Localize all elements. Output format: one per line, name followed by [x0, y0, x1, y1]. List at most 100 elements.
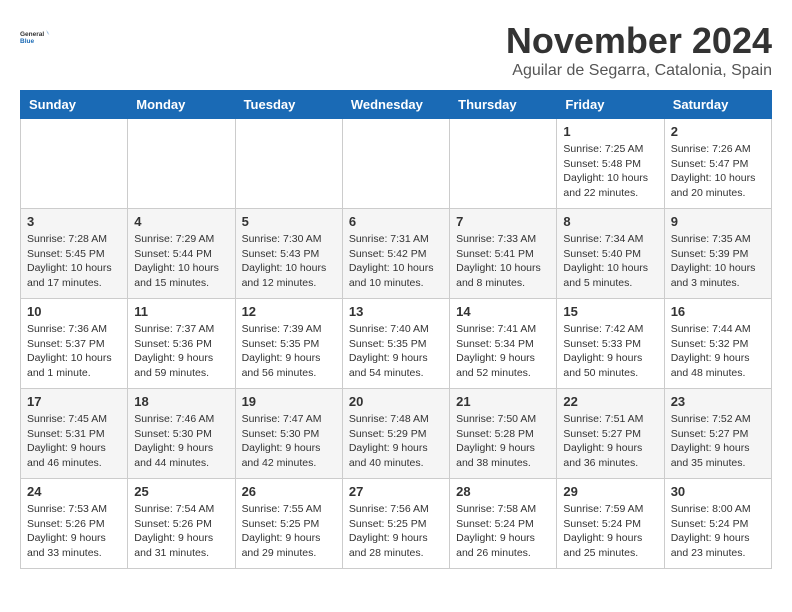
day-info: Sunrise: 7:59 AM Sunset: 5:24 PM Dayligh…	[563, 502, 657, 561]
day-number: 2	[671, 124, 765, 139]
day-info: Sunrise: 7:25 AM Sunset: 5:48 PM Dayligh…	[563, 142, 657, 201]
day-number: 17	[27, 394, 121, 409]
calendar-cell: 26 Sunrise: 7:55 AM Sunset: 5:25 PM Dayli…	[235, 479, 342, 569]
calendar-week-row: 10 Sunrise: 7:36 AM Sunset: 5:37 PM Dayli…	[21, 299, 772, 389]
day-number: 28	[456, 484, 550, 499]
day-info: Sunrise: 7:33 AM Sunset: 5:41 PM Dayligh…	[456, 232, 550, 291]
calendar-day-header: Saturday	[664, 91, 771, 119]
day-number: 24	[27, 484, 121, 499]
day-info: Sunrise: 7:54 AM Sunset: 5:26 PM Dayligh…	[134, 502, 228, 561]
calendar-cell: 28Sunrise: 7:58 AM Sunset: 5:24 PM Dayli…	[450, 479, 557, 569]
day-info: Sunrise: 7:53 AM Sunset: 5:26 PM Dayligh…	[27, 502, 121, 561]
calendar-cell: 16Sunrise: 7:44 AM Sunset: 5:32 PM Dayli…	[664, 299, 771, 389]
calendar-cell: 30 Sunrise: 8:00 AM Sunset: 5:24 PM Dayli…	[664, 479, 771, 569]
calendar-header-row: SundayMondayTuesdayWednesdayThursdayFrid…	[21, 91, 772, 119]
location-title: Aguilar de Segarra, Catalonia, Spain	[506, 62, 772, 80]
day-info: Sunrise: 7:52 AM Sunset: 5:27 PM Dayligh…	[671, 412, 765, 471]
calendar-cell	[128, 119, 235, 209]
calendar-week-row: 17 Sunrise: 7:45 AM Sunset: 5:31 PM Dayli…	[21, 389, 772, 479]
month-title: November 2024	[506, 20, 772, 62]
day-number: 25	[134, 484, 228, 499]
day-number: 27	[349, 484, 443, 499]
day-info: Sunrise: 7:41 AM Sunset: 5:34 PM Dayligh…	[456, 322, 550, 381]
day-info: Sunrise: 7:30 AM Sunset: 5:43 PM Dayligh…	[242, 232, 336, 291]
day-number: 10	[27, 304, 121, 319]
day-number: 14	[456, 304, 550, 319]
day-number: 30	[671, 484, 765, 499]
day-number: 16	[671, 304, 765, 319]
day-info: Sunrise: 7:39 AM Sunset: 5:35 PM Dayligh…	[242, 322, 336, 381]
calendar-cell: 9Sunrise: 7:35 AM Sunset: 5:39 PM Daylig…	[664, 209, 771, 299]
calendar-day-header: Tuesday	[235, 91, 342, 119]
logo: General Blue	[20, 20, 50, 55]
calendar-cell: 6 Sunrise: 7:31 AM Sunset: 5:42 PM Daylig…	[342, 209, 449, 299]
day-number: 7	[456, 214, 550, 229]
day-info: Sunrise: 7:40 AM Sunset: 5:35 PM Dayligh…	[349, 322, 443, 381]
day-info: Sunrise: 7:42 AM Sunset: 5:33 PM Dayligh…	[563, 322, 657, 381]
day-info: Sunrise: 7:45 AM Sunset: 5:31 PM Dayligh…	[27, 412, 121, 471]
day-number: 1	[563, 124, 657, 139]
day-info: Sunrise: 7:29 AM Sunset: 5:44 PM Dayligh…	[134, 232, 228, 291]
day-number: 15	[563, 304, 657, 319]
day-number: 12	[242, 304, 336, 319]
calendar-cell: 19 Sunrise: 7:47 AM Sunset: 5:30 PM Dayli…	[235, 389, 342, 479]
calendar-cell: 7 Sunrise: 7:33 AM Sunset: 5:41 PM Daylig…	[450, 209, 557, 299]
day-info: Sunrise: 7:36 AM Sunset: 5:37 PM Dayligh…	[27, 322, 121, 381]
day-number: 26	[242, 484, 336, 499]
day-info: Sunrise: 8:00 AM Sunset: 5:24 PM Dayligh…	[671, 502, 765, 561]
calendar-day-header: Wednesday	[342, 91, 449, 119]
day-info: Sunrise: 7:48 AM Sunset: 5:29 PM Dayligh…	[349, 412, 443, 471]
day-info: Sunrise: 7:34 AM Sunset: 5:40 PM Dayligh…	[563, 232, 657, 291]
day-number: 6	[349, 214, 443, 229]
calendar-cell	[450, 119, 557, 209]
calendar-day-header: Monday	[128, 91, 235, 119]
day-info: Sunrise: 7:28 AM Sunset: 5:45 PM Dayligh…	[27, 232, 121, 291]
calendar-table: SundayMondayTuesdayWednesdayThursdayFrid…	[20, 90, 772, 569]
svg-text:General: General	[20, 31, 44, 38]
day-info: Sunrise: 7:56 AM Sunset: 5:25 PM Dayligh…	[349, 502, 443, 561]
day-number: 5	[242, 214, 336, 229]
calendar-cell: 25 Sunrise: 7:54 AM Sunset: 5:26 PM Dayli…	[128, 479, 235, 569]
calendar-cell: 18Sunrise: 7:46 AM Sunset: 5:30 PM Dayli…	[128, 389, 235, 479]
calendar-cell: 12 Sunrise: 7:39 AM Sunset: 5:35 PM Dayli…	[235, 299, 342, 389]
calendar-cell: 13 Sunrise: 7:40 AM Sunset: 5:35 PM Dayli…	[342, 299, 449, 389]
calendar-cell	[21, 119, 128, 209]
calendar-cell	[235, 119, 342, 209]
day-info: Sunrise: 7:55 AM Sunset: 5:25 PM Dayligh…	[242, 502, 336, 561]
calendar-cell: 10 Sunrise: 7:36 AM Sunset: 5:37 PM Dayli…	[21, 299, 128, 389]
calendar-cell: 21Sunrise: 7:50 AM Sunset: 5:28 PM Dayli…	[450, 389, 557, 479]
calendar-cell: 22 Sunrise: 7:51 AM Sunset: 5:27 PM Dayli…	[557, 389, 664, 479]
calendar-cell: 11 Sunrise: 7:37 AM Sunset: 5:36 PM Dayli…	[128, 299, 235, 389]
day-info: Sunrise: 7:37 AM Sunset: 5:36 PM Dayligh…	[134, 322, 228, 381]
day-number: 11	[134, 304, 228, 319]
calendar-day-header: Sunday	[21, 91, 128, 119]
calendar-day-header: Friday	[557, 91, 664, 119]
calendar-day-header: Thursday	[450, 91, 557, 119]
calendar-week-row: 3Sunrise: 7:28 AM Sunset: 5:45 PM Daylig…	[21, 209, 772, 299]
calendar-cell	[342, 119, 449, 209]
calendar-cell: 8 Sunrise: 7:34 AM Sunset: 5:40 PM Daylig…	[557, 209, 664, 299]
page-header: General Blue November 2024 Aguilar de Se…	[20, 20, 772, 80]
calendar-week-row: 1 Sunrise: 7:25 AM Sunset: 5:48 PM Daylig…	[21, 119, 772, 209]
calendar-cell: 29Sunrise: 7:59 AM Sunset: 5:24 PM Dayli…	[557, 479, 664, 569]
day-info: Sunrise: 7:26 AM Sunset: 5:47 PM Dayligh…	[671, 142, 765, 201]
calendar-cell: 2 Sunrise: 7:26 AM Sunset: 5:47 PM Daylig…	[664, 119, 771, 209]
svg-text:Blue: Blue	[20, 38, 34, 45]
day-number: 13	[349, 304, 443, 319]
calendar-cell: 20Sunrise: 7:48 AM Sunset: 5:29 PM Dayli…	[342, 389, 449, 479]
day-number: 4	[134, 214, 228, 229]
day-number: 18	[134, 394, 228, 409]
day-number: 9	[671, 214, 765, 229]
day-number: 19	[242, 394, 336, 409]
day-number: 23	[671, 394, 765, 409]
day-info: Sunrise: 7:51 AM Sunset: 5:27 PM Dayligh…	[563, 412, 657, 471]
day-info: Sunrise: 7:47 AM Sunset: 5:30 PM Dayligh…	[242, 412, 336, 471]
day-info: Sunrise: 7:31 AM Sunset: 5:42 PM Dayligh…	[349, 232, 443, 291]
day-number: 22	[563, 394, 657, 409]
calendar-week-row: 24 Sunrise: 7:53 AM Sunset: 5:26 PM Dayli…	[21, 479, 772, 569]
calendar-cell: 23 Sunrise: 7:52 AM Sunset: 5:27 PM Dayli…	[664, 389, 771, 479]
day-info: Sunrise: 7:50 AM Sunset: 5:28 PM Dayligh…	[456, 412, 550, 471]
logo-svg: General Blue	[20, 20, 50, 55]
day-number: 8	[563, 214, 657, 229]
calendar-cell: 5 Sunrise: 7:30 AM Sunset: 5:43 PM Daylig…	[235, 209, 342, 299]
